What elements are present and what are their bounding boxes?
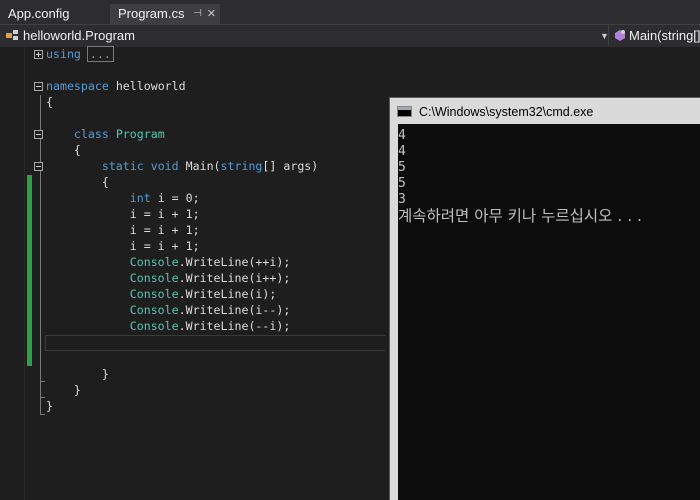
tab-close-icon[interactable]: ✕ [207, 4, 216, 24]
outline-end [40, 381, 45, 382]
keyword: void [150, 159, 179, 173]
code-line: Console.WriteLine(++i); [46, 254, 291, 270]
class-dropdown[interactable]: helloworld.Program [6, 27, 135, 45]
statement: .WriteLine(i++); [178, 271, 291, 285]
tab-label: App.config [8, 6, 70, 21]
cmd-window-icon[interactable] [397, 106, 412, 117]
code-line: Console.WriteLine(i++); [46, 270, 291, 286]
method-icon [615, 30, 625, 41]
outline-end [40, 397, 45, 398]
fold-minus-icon[interactable] [34, 162, 43, 171]
type-name: Console [129, 287, 179, 301]
identifier: helloworld [115, 79, 186, 93]
code-line: { [46, 174, 109, 190]
fold-plus-icon[interactable] [34, 50, 43, 59]
statement: .WriteLine(i); [178, 287, 277, 301]
code-line: } [46, 398, 53, 414]
console-output-line: 3 [398, 192, 406, 207]
brace: { [73, 143, 81, 157]
fold-minus-icon[interactable] [34, 130, 43, 139]
gutter-divider [24, 47, 25, 500]
member-dropdown[interactable]: Main(string[] [614, 27, 700, 45]
fold-minus-icon[interactable] [34, 82, 43, 91]
code-line: Console.WriteLine(i--); [46, 302, 291, 318]
statement: i = i + 1; [129, 223, 200, 237]
nav-separator [608, 25, 609, 45]
type-name: Console [129, 319, 179, 333]
type-name: Console [129, 271, 179, 285]
tab-program-cs[interactable]: Program.cs ⊣ ✕ [110, 4, 220, 24]
collapsed-region[interactable]: ... [86, 46, 114, 62]
console-title: C:\Windows\system32\cmd.exe [419, 105, 594, 119]
keyword: namespace [46, 79, 109, 93]
type-name: Program [115, 127, 165, 141]
code-line: static void Main(string[] args) [46, 158, 318, 174]
type-name: Console [129, 303, 179, 317]
brace: } [73, 383, 81, 397]
tab-app-config[interactable]: App.config [0, 4, 110, 24]
code-line: } [46, 382, 81, 398]
member-selector-label: Main(string[] [629, 28, 700, 43]
statement: i = i + 1; [129, 239, 200, 253]
console-window[interactable] [389, 97, 700, 500]
code-line: int i = 0; [46, 190, 200, 206]
outline-end [40, 414, 45, 415]
code-line: i = i + 1; [46, 238, 200, 254]
statement: .WriteLine(i--); [178, 303, 291, 317]
outline-line [40, 95, 41, 415]
code-line: { [46, 142, 81, 158]
tab-label: Program.cs [118, 6, 185, 21]
brace: { [101, 175, 109, 189]
keyword: class [73, 127, 109, 141]
statement: .WriteLine(++i); [178, 255, 291, 269]
console-border [390, 124, 398, 500]
method-name: Main( [185, 159, 221, 173]
brace: } [101, 367, 109, 381]
statement: i = 0; [150, 191, 200, 205]
type-name: Console [129, 255, 179, 269]
keyword: using [46, 47, 81, 61]
keyword: string [220, 159, 263, 173]
keyword: int [129, 191, 151, 205]
statement: i = i + 1; [129, 207, 200, 221]
code-line: { [46, 94, 53, 110]
console-output-line: 5 [398, 176, 406, 191]
brace: { [46, 95, 53, 109]
current-line-highlight [45, 335, 385, 351]
class-selector-label: helloworld.Program [23, 28, 135, 43]
code-line: class Program [46, 126, 165, 142]
params: [] args) [262, 159, 319, 173]
code-line: i = i + 1; [46, 206, 200, 222]
console-output-line: 4 [398, 128, 406, 143]
code-line: using... [46, 46, 114, 62]
tab-pin-icon[interactable]: ⊣ [193, 4, 202, 24]
code-line: Console.WriteLine(i); [46, 286, 277, 302]
code-line: Console.WriteLine(--i); [46, 318, 291, 334]
code-line: i = i + 1; [46, 222, 200, 238]
code-line: namespace helloworld [46, 78, 186, 94]
console-output-line: 5 [398, 160, 406, 175]
brace: } [46, 399, 53, 413]
console-prompt: 계속하려면 아무 키나 누르십시오 . . . [398, 207, 642, 225]
keyword: static [101, 159, 144, 173]
class-icon [6, 30, 18, 40]
console-output-line: 4 [398, 144, 406, 159]
change-indicator [27, 175, 32, 366]
code-line: } [46, 366, 109, 382]
statement: .WriteLine(--i); [178, 319, 291, 333]
